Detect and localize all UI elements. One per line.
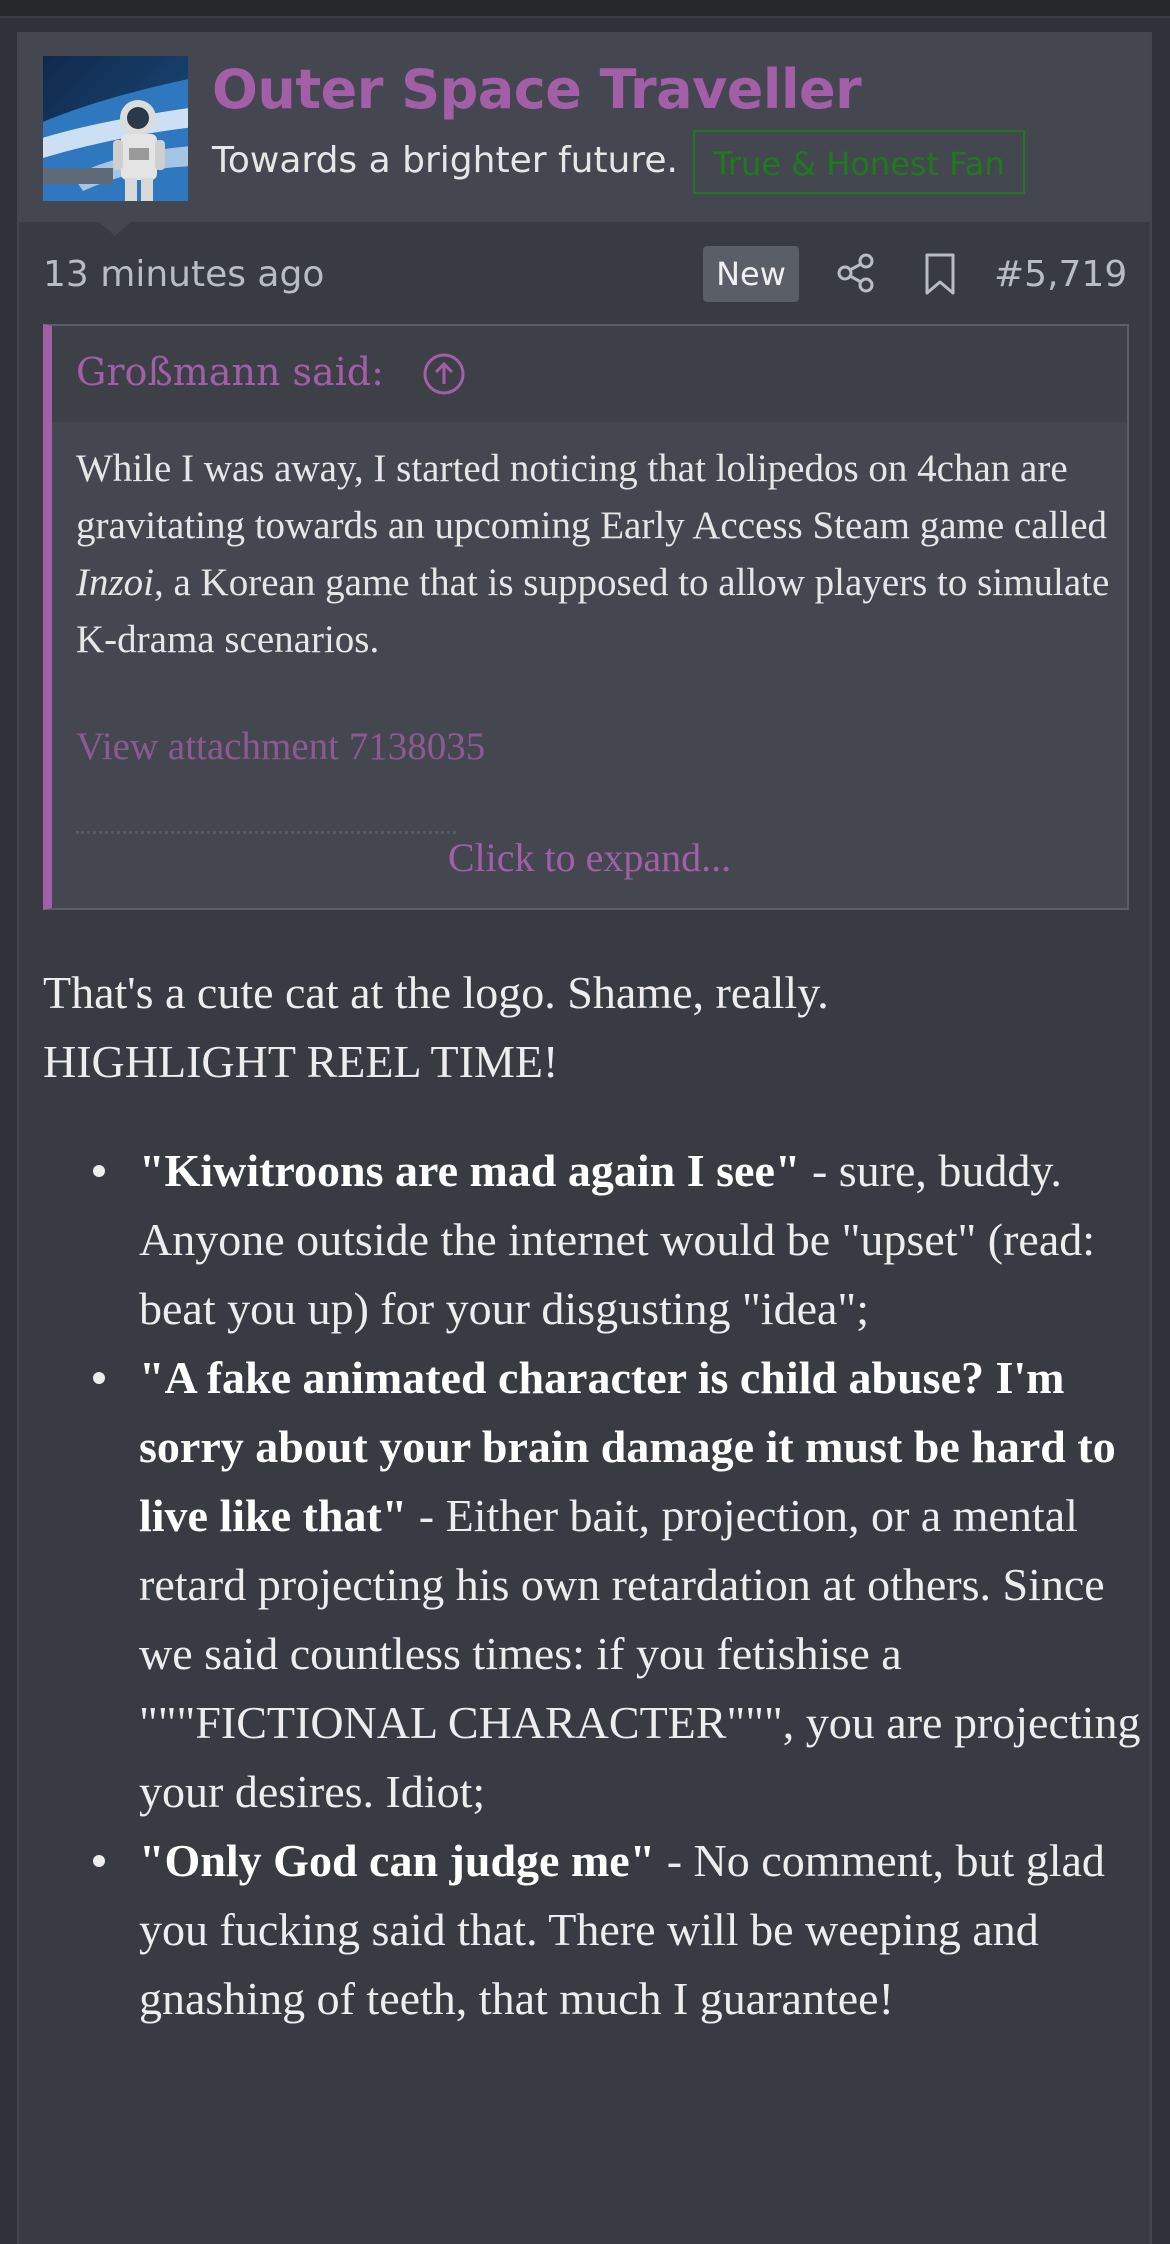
quote-text-part: While I was away, I started noticing tha… (76, 447, 1108, 547)
user-title: Towards a brighter future. (212, 140, 678, 181)
post-message: That's a cute cat at the logo. Shame, re… (43, 958, 1143, 2033)
user-header: Outer Space Traveller Towards a brighter… (19, 32, 1150, 222)
astronaut-avatar[interactable] (43, 56, 188, 201)
quote-header: Großmann said: (52, 326, 1127, 422)
top-bar (0, 0, 1170, 18)
message-intro: That's a cute cat at the logo. Shame, re… (43, 967, 829, 1018)
share-icon[interactable] (835, 252, 877, 294)
bookmark-icon[interactable] (919, 252, 961, 296)
list-item-quote: "Only God can judge me" (139, 1835, 656, 1886)
new-badge: New (703, 246, 799, 302)
post-meta: 13 minutes ago New #5,719 (19, 244, 1150, 314)
expand-link[interactable]: Click to expand... (52, 834, 1127, 881)
list-item: "A fake animated character is child abus… (93, 1343, 1143, 1826)
quote-game-title: Inzoi (76, 561, 154, 604)
username[interactable]: Outer Space Traveller (212, 58, 862, 121)
arrow-up-circle-icon[interactable] (422, 352, 466, 396)
quote-author[interactable]: Großmann said: (76, 350, 384, 394)
list-item-quote: "Kiwitroons are mad again I see" (139, 1145, 801, 1196)
attachment-link[interactable]: View attachment 7138035 (76, 724, 485, 769)
post-timestamp[interactable]: 13 minutes ago (43, 254, 324, 295)
quote-text: While I was away, I started noticing tha… (76, 440, 1126, 668)
message-heading: HIGHLIGHT REEL TIME! (43, 1036, 559, 1087)
highlight-list: "Kiwitroons are mad again I see" - sure,… (43, 1136, 1143, 2033)
list-item: "Only God can judge me" - No comment, bu… (93, 1826, 1143, 2033)
quote-block: Großmann said: While I was away, I start… (43, 324, 1129, 910)
forum-post: Outer Space Traveller Towards a brighter… (17, 32, 1152, 2244)
list-item: "Kiwitroons are mad again I see" - sure,… (93, 1136, 1143, 1343)
avatar-pointer (99, 222, 131, 236)
user-banner: True & Honest Fan (693, 130, 1025, 194)
post-number[interactable]: #5,719 (994, 254, 1127, 295)
quote-text-part: , a Korean game that is supposed to allo… (76, 561, 1110, 661)
